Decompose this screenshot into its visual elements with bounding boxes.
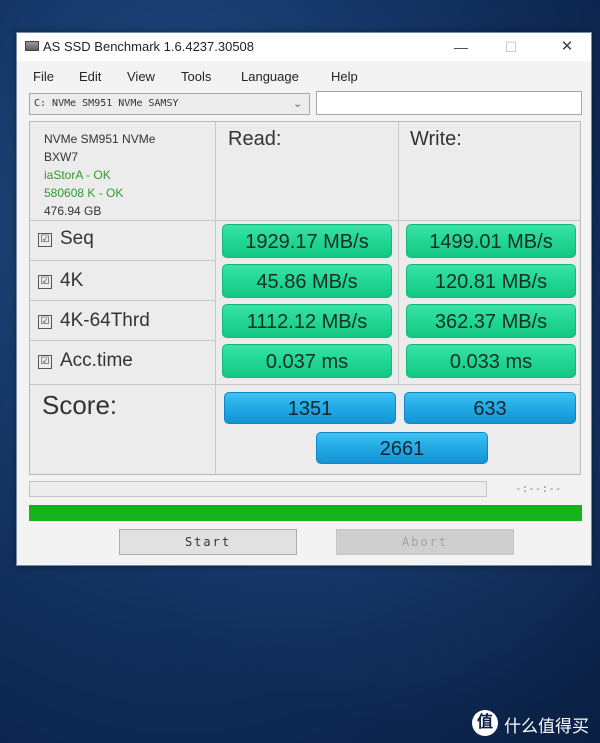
grid-divider <box>30 260 215 261</box>
chevron-down-icon[interactable]: ⌄ <box>293 97 302 110</box>
drive-capacity: 476.94 GB <box>44 204 102 218</box>
4k-write-value: 120.81 MB/s <box>406 264 576 298</box>
drive-extra-field[interactable] <box>316 91 582 115</box>
row-label-4k64thrd[interactable]: ☑ 4K-64Thrd <box>38 310 150 332</box>
watermark-logo: 值 <box>472 710 498 736</box>
minimize-button[interactable]: — <box>441 35 481 59</box>
read-column-header: Read: <box>228 128 282 150</box>
grid-divider <box>30 384 580 385</box>
4k-read-value: 45.86 MB/s <box>222 264 392 298</box>
driver-status: iaStorA - OK <box>44 168 111 182</box>
grid-divider <box>30 340 215 341</box>
drive-info: NVMe SM951 NVMe BXW7 iaStorA - OK 580608… <box>44 130 155 220</box>
elapsed-time: -:--:-- <box>515 482 562 495</box>
menu-help[interactable]: Help <box>331 69 358 84</box>
menu-file[interactable]: File <box>33 69 54 84</box>
alignment-status: 580608 K - OK <box>44 186 124 200</box>
checkbox-icon[interactable]: ☑ <box>38 355 52 369</box>
drive-model: NVMe SM951 NVMe <box>44 132 156 146</box>
app-disk-icon <box>25 41 39 51</box>
score-read: 1351 <box>224 392 396 424</box>
progress-track <box>29 481 487 497</box>
menu-tools[interactable]: Tools <box>181 69 211 84</box>
score-label: Score: <box>42 390 118 420</box>
start-button[interactable]: Start <box>119 529 297 555</box>
checkbox-icon[interactable]: ☑ <box>38 315 52 329</box>
checkbox-icon[interactable]: ☑ <box>38 233 52 247</box>
menu-language[interactable]: Language <box>241 69 299 84</box>
acctime-read-value: 0.037 ms <box>222 344 392 378</box>
close-button[interactable]: ✕ <box>547 35 587 59</box>
drive-firmware: BXW7 <box>44 150 79 164</box>
grid-divider <box>398 122 399 384</box>
title-bar: AS SSD Benchmark 1.6.4237.30508 — ☐ ✕ <box>17 33 591 61</box>
watermark-text: 什么值得买 <box>504 717 589 736</box>
abort-button[interactable]: Abort <box>336 529 514 555</box>
seq-write-value: 1499.01 MB/s <box>406 224 576 258</box>
acctime-write-value: 0.033 ms <box>406 344 576 378</box>
row-label-4k[interactable]: ☑ 4K <box>38 270 83 292</box>
row-label-seq[interactable]: ☑ Seq <box>38 228 94 250</box>
seq-read-value: 1929.17 MB/s <box>222 224 392 258</box>
progress-bar <box>29 505 582 521</box>
menu-bar: File Edit View Tools Language Help <box>17 65 591 87</box>
results-grid: NVMe SM951 NVMe BXW7 iaStorA - OK 580608… <box>29 121 581 475</box>
menu-view[interactable]: View <box>127 69 155 84</box>
drive-select[interactable]: C: NVMe SM951 NVMe SAMSY <box>29 93 310 115</box>
4k-label: 4K <box>60 270 84 291</box>
grid-divider <box>30 220 580 221</box>
maximize-button[interactable]: ☐ <box>491 35 531 59</box>
menu-edit[interactable]: Edit <box>79 69 101 84</box>
grid-divider <box>30 300 215 301</box>
grid-divider <box>215 122 216 474</box>
4k64thrd-read-value: 1112.12 MB/s <box>222 304 392 338</box>
score-write: 633 <box>404 392 576 424</box>
acctime-label: Acc.time <box>60 350 133 371</box>
4k64thrd-label: 4K-64Thrd <box>60 310 150 331</box>
as-ssd-window: AS SSD Benchmark 1.6.4237.30508 — ☐ ✕ Fi… <box>16 32 592 566</box>
checkbox-icon[interactable]: ☑ <box>38 275 52 289</box>
window-title: AS SSD Benchmark 1.6.4237.30508 <box>43 39 255 54</box>
seq-label: Seq <box>60 228 94 249</box>
write-column-header: Write: <box>410 128 462 150</box>
row-label-acctime[interactable]: ☑ Acc.time <box>38 350 133 372</box>
score-total: 2661 <box>316 432 488 464</box>
4k64thrd-write-value: 362.37 MB/s <box>406 304 576 338</box>
